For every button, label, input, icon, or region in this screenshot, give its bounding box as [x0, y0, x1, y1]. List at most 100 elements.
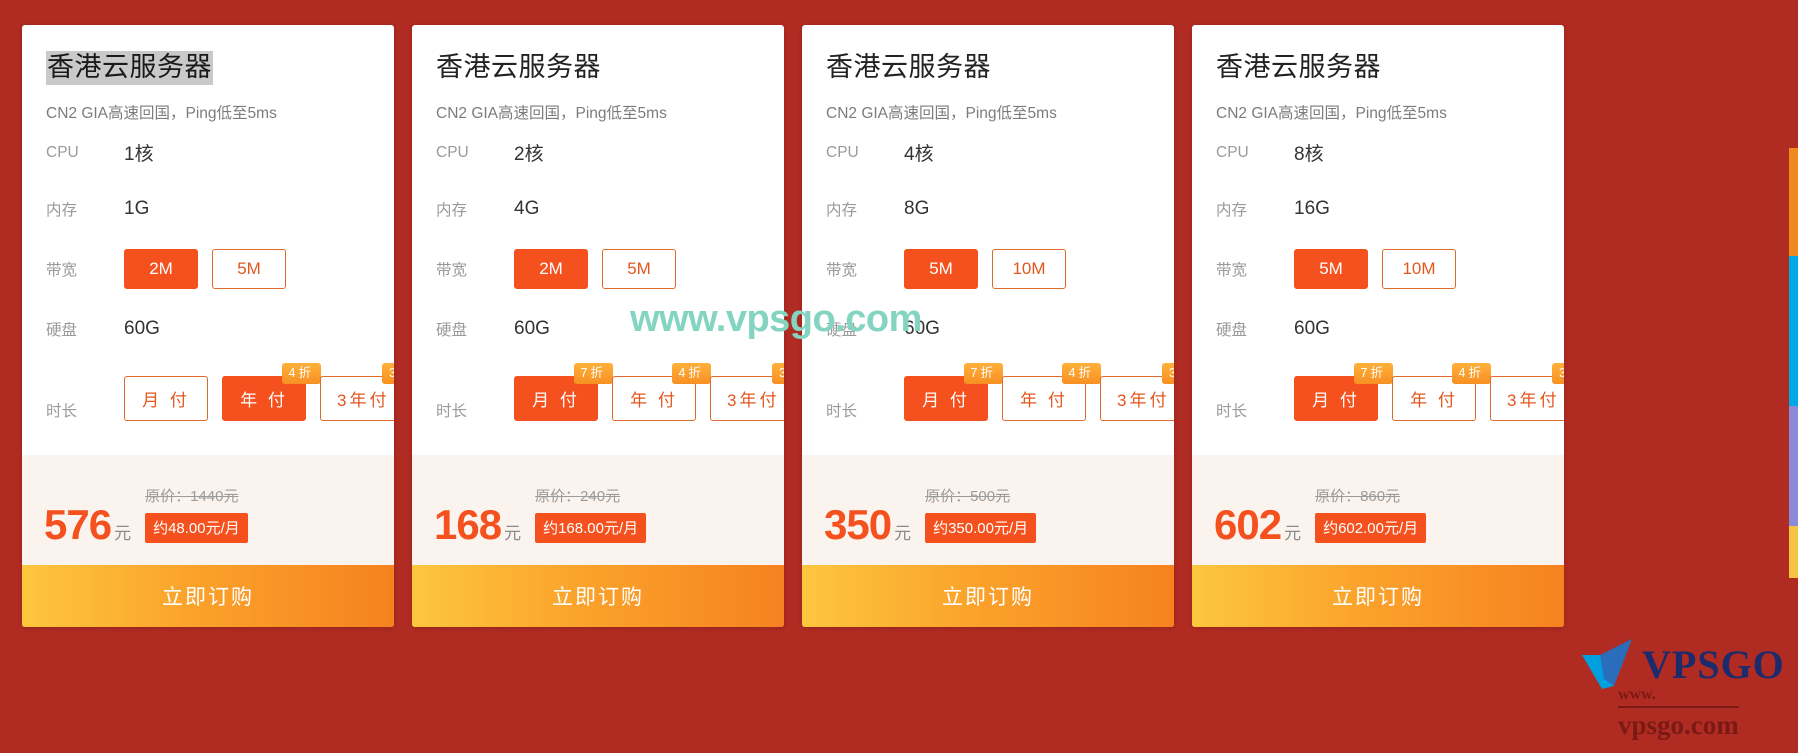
pricing-card[interactable]: 香港云服务器 CN2 GIA高速回国，Ping低至5ms CPU 8核 内存 1…	[1192, 25, 1564, 627]
spec-value-disk: 60G	[124, 317, 160, 339]
price-original: 原价：860元	[1315, 488, 1401, 505]
logo-row: VPSGO	[1580, 639, 1785, 691]
duration-option-label: 年 付	[1410, 390, 1458, 410]
bandwidth-option-5M[interactable]: 5M	[212, 248, 286, 289]
bandwidth-option-group: 2M 5M	[124, 248, 286, 289]
order-now-button[interactable]: 立即订购	[412, 565, 784, 627]
bandwidth-option-label: 5M	[237, 258, 261, 278]
order-now-label: 立即订购	[552, 586, 644, 609]
duration-option-年付[interactable]: 年 付 4折	[1002, 362, 1101, 421]
spec-row-bandwidth: 带宽 5M 10M	[826, 239, 1150, 299]
price-current-amount: 576	[44, 501, 112, 549]
order-now-button[interactable]: 立即订购	[802, 565, 1174, 627]
spec-row-memory: 内存 16G	[1216, 183, 1540, 235]
spec-row-cpu: CPU 8核	[1216, 127, 1540, 179]
bandwidth-option-5M[interactable]: 5M	[602, 248, 676, 289]
price-block: 168 元 原价：240元 约168.00元/月	[412, 455, 784, 565]
discount-badge: 3折	[1552, 362, 1564, 385]
duration-option-月付[interactable]: 月 付 7折	[1294, 362, 1393, 421]
price-current: 350 元	[824, 504, 912, 546]
bandwidth-option-10M[interactable]: 10M	[992, 248, 1066, 289]
order-now-button[interactable]: 立即订购	[1192, 565, 1564, 627]
order-now-label: 立即订购	[1332, 586, 1424, 609]
card-body: 香港云服务器 CN2 GIA高速回国，Ping低至5ms CPU 1核 内存 1…	[22, 25, 394, 455]
duration-option-group: 月 付7折 年 付4折 3年付3折	[904, 362, 1174, 421]
duration-option-3年付[interactable]: 3年付3折	[710, 362, 784, 421]
card-body: 香港云服务器 CN2 GIA高速回国，Ping低至5ms CPU 8核 内存 1…	[1192, 25, 1564, 455]
spec-label-bandwidth: 带宽	[46, 261, 78, 279]
spec-label-bandwidth: 带宽	[436, 261, 468, 279]
spec-value-memory: 4G	[514, 197, 540, 219]
spec-label-memory: 内存	[46, 201, 78, 219]
spec-row-bandwidth: 带宽 2M 5M	[46, 239, 370, 299]
spec-value-cpu: 4核	[904, 144, 934, 166]
price-per-month-badge: 约48.00元/月	[145, 513, 248, 543]
duration-option-年付[interactable]: 年 付 4折	[1392, 362, 1491, 421]
price-original: 原价：500元	[925, 488, 1011, 505]
spec-row-duration: 时长 月 付 年 付4折 3年付3折	[46, 359, 394, 425]
price-details: 原价：1440元 约48.00元/月	[145, 485, 248, 545]
discount-badge: 3折	[1162, 362, 1174, 385]
check-mark-icon	[1582, 639, 1632, 689]
duration-option-label: 3年付	[727, 390, 780, 410]
bandwidth-option-label: 10M	[1012, 258, 1046, 278]
duration-option-3年付[interactable]: 3年付3折	[1100, 362, 1174, 421]
duration-option-label: 3年付	[337, 390, 390, 410]
price-original: 原价：240元	[535, 488, 621, 505]
duration-option-group: 月 付7折 年 付 4折 3年付3折	[1294, 362, 1564, 421]
duration-option-月付[interactable]: 月 付 7折	[514, 362, 613, 421]
spec-label-cpu: CPU	[436, 143, 469, 161]
pricing-card[interactable]: 香港云服务器 CN2 GIA高速回国，Ping低至5ms CPU 1核 内存 1…	[22, 25, 394, 627]
spec-label-disk: 硬盘	[1216, 321, 1248, 339]
discount-badge: 4折	[1451, 362, 1491, 385]
spec-row-memory: 内存 4G	[436, 183, 760, 235]
bandwidth-option-5M[interactable]: 5M	[904, 248, 978, 289]
spec-row-cpu: CPU 2核	[436, 127, 760, 179]
strip-segment-amber	[1789, 526, 1798, 578]
duration-option-group: 月 付7折 年 付4折 3年付3折	[514, 362, 784, 421]
spec-value-disk: 60G	[1294, 317, 1330, 339]
spec-label-duration: 时长	[46, 402, 78, 420]
bandwidth-option-2M[interactable]: 2M	[514, 248, 588, 289]
bandwidth-option-2M[interactable]: 2M	[124, 248, 198, 289]
logo-url: www. vpsgo.com	[1618, 685, 1739, 743]
card-title: 香港云服务器	[826, 52, 991, 82]
price-block: 350 元 原价：500元 约350.00元/月	[802, 455, 1174, 565]
spec-label-duration: 时长	[1216, 402, 1248, 420]
price-per-month-badge: 约602.00元/月	[1315, 513, 1427, 543]
spec-row-duration: 时长 月 付7折 年 付 4折 3年付3折	[1216, 359, 1564, 425]
duration-option-月付[interactable]: 月 付	[124, 375, 208, 421]
pricing-card[interactable]: 香港云服务器 CN2 GIA高速回国，Ping低至5ms CPU 2核 内存 4…	[412, 25, 784, 627]
card-title: 香港云服务器	[436, 52, 601, 82]
discount-badge: 7折	[963, 362, 1003, 385]
spec-value-memory: 8G	[904, 197, 930, 219]
strip-segment-cyan	[1789, 256, 1798, 406]
price-current: 602 元	[1214, 504, 1301, 546]
duration-option-3年付[interactable]: 3年付3折	[320, 362, 394, 421]
price-details: 原价：500元 约350.00元/月	[925, 485, 1037, 545]
price-currency-unit: 元	[894, 524, 912, 544]
spec-value-cpu: 2核	[514, 144, 544, 166]
card-subtitle: CN2 GIA高速回国，Ping低至5ms	[436, 104, 667, 122]
duration-option-年付[interactable]: 年 付 4折	[222, 362, 321, 421]
bandwidth-option-5M[interactable]: 5M	[1294, 248, 1368, 289]
order-now-button[interactable]: 立即订购	[22, 565, 394, 627]
discount-badge: 4折	[1061, 362, 1101, 385]
pricing-card[interactable]: 香港云服务器 CN2 GIA高速回国，Ping低至5ms CPU 4核 内存 8…	[802, 25, 1174, 627]
price-per-month-badge: 约350.00元/月	[925, 513, 1037, 543]
duration-option-月付[interactable]: 月 付 7折	[904, 362, 1003, 421]
spec-row-duration: 时长 月 付7折 年 付4折 3年付3折	[826, 359, 1174, 425]
duration-option-3年付[interactable]: 3年付3折	[1490, 362, 1564, 421]
spec-label-duration: 时长	[826, 402, 858, 420]
bandwidth-option-10M[interactable]: 10M	[1382, 248, 1456, 289]
pricing-card-deck: 香港云服务器 CN2 GIA高速回国，Ping低至5ms CPU 1核 内存 1…	[22, 25, 1798, 627]
bandwidth-option-group: 5M 10M	[1294, 248, 1456, 289]
spec-value-disk: 60G	[514, 317, 550, 339]
price-currency-unit: 元	[114, 524, 132, 544]
duration-option-label: 年 付	[240, 390, 288, 410]
duration-option-label: 月 付	[532, 390, 580, 410]
price-block: 576 元 原价：1440元 约48.00元/月	[22, 455, 394, 565]
duration-option-label: 月 付	[142, 390, 190, 410]
bandwidth-option-group: 2M 5M	[514, 248, 676, 289]
duration-option-年付[interactable]: 年 付 4折	[612, 362, 711, 421]
